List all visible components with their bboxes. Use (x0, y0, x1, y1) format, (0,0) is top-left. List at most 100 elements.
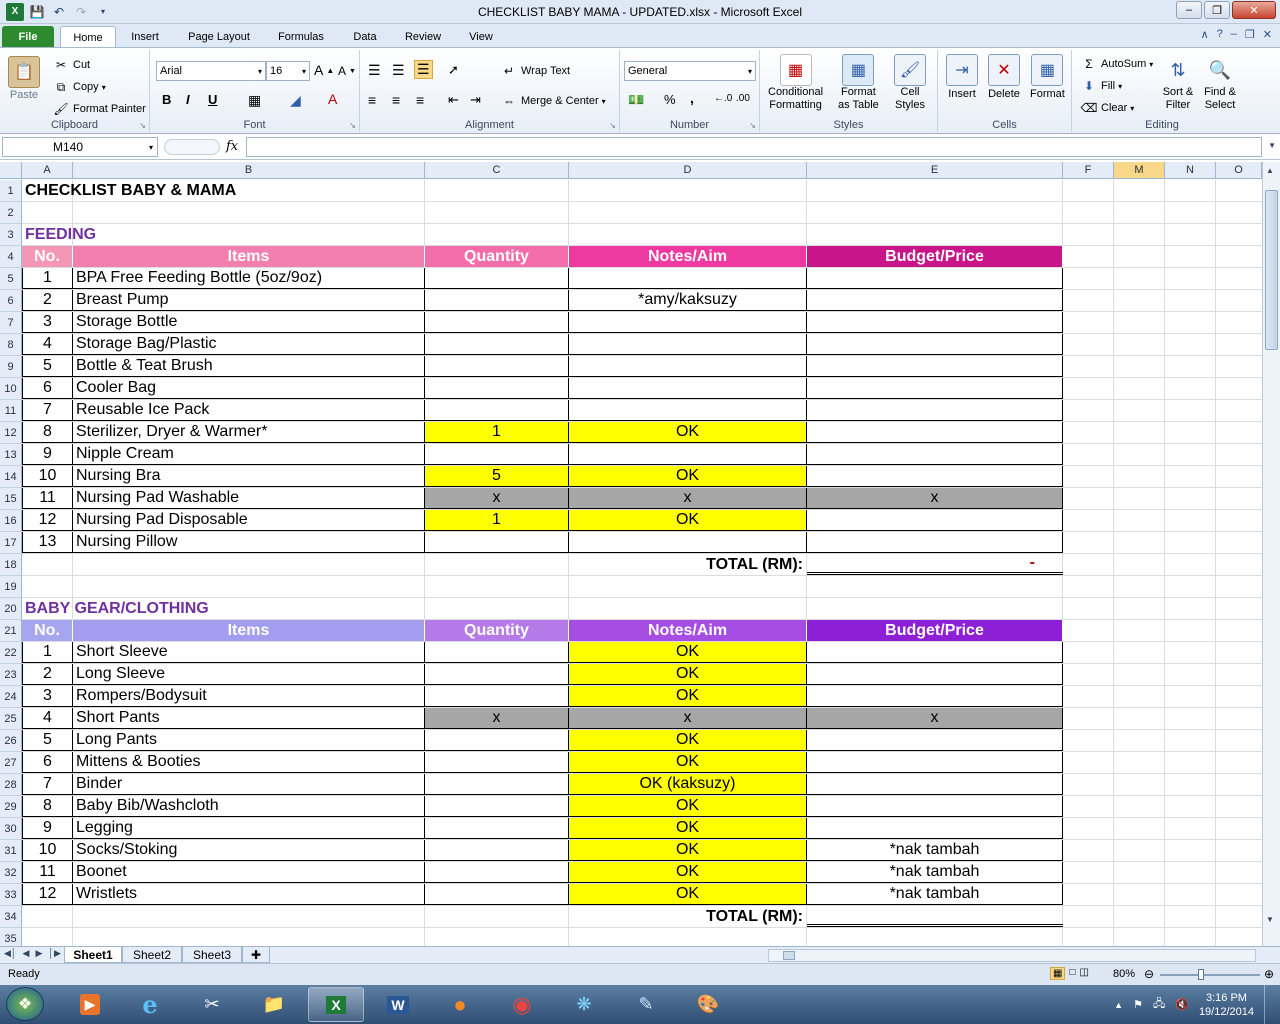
row-header[interactable]: 6 (0, 290, 22, 312)
tab-view[interactable]: View (460, 26, 502, 48)
table-cell-notes[interactable]: x (569, 708, 807, 729)
table-cell-no[interactable]: 8 (22, 796, 73, 817)
table-cell-no[interactable]: 1 (22, 642, 73, 663)
table-cell-notes[interactable]: OK (569, 422, 807, 443)
table-cell-qty[interactable] (425, 378, 569, 399)
table-cell-budget[interactable] (807, 312, 1063, 333)
row-header[interactable]: 35 (0, 928, 22, 946)
redo-icon[interactable]: ↷ (72, 3, 90, 21)
total-label[interactable]: TOTAL (RM): (425, 906, 807, 927)
tray-expand-icon[interactable]: ▲ (1114, 1000, 1123, 1010)
table-cell-item[interactable]: Nursing Pad Washable (73, 488, 425, 509)
notepad-icon[interactable]: ✎ (618, 987, 674, 1022)
tab-data[interactable]: Data (344, 26, 386, 48)
table-cell-no[interactable]: 12 (22, 510, 73, 531)
increase-indent-icon[interactable]: ⇥ (470, 92, 481, 108)
table-cell-qty[interactable] (425, 686, 569, 707)
table-cell-notes[interactable]: OK (569, 796, 807, 817)
row-header[interactable]: 12 (0, 422, 22, 444)
table-cell-qty[interactable] (425, 400, 569, 421)
insert-sheet-icon[interactable]: ✚ (242, 947, 270, 963)
table-cell-budget[interactable] (807, 466, 1063, 487)
merge-center-button[interactable]: ⇔ Merge & Center ▾ (500, 92, 606, 110)
section-heading[interactable]: FEEDING (22, 224, 569, 245)
table-cell-no[interactable]: 2 (22, 664, 73, 685)
section-heading[interactable]: BABY GEAR/CLOTHING (22, 598, 569, 619)
restore-button[interactable]: ❐ (1204, 1, 1230, 19)
row-header[interactable]: 34 (0, 906, 22, 928)
table-cell-notes[interactable] (569, 312, 807, 333)
conditional-formatting-button[interactable]: ▦ Conditional Formatting (768, 54, 823, 112)
word-taskbar-icon[interactable]: W (370, 987, 426, 1022)
table-cell-qty[interactable] (425, 752, 569, 773)
table-header[interactable]: Budget/Price (807, 246, 1063, 267)
name-box[interactable]: M140 ▾ (2, 137, 158, 157)
zoom-in-icon[interactable]: ⊕ (1264, 967, 1274, 981)
table-cell-budget[interactable] (807, 686, 1063, 707)
table-cell-qty[interactable] (425, 532, 569, 553)
table-cell-notes[interactable]: x (569, 488, 807, 509)
table-cell-budget[interactable] (807, 664, 1063, 685)
table-cell-budget[interactable] (807, 400, 1063, 421)
zoom-level[interactable]: 80% (1113, 968, 1135, 980)
media-player-icon[interactable]: ▶ (62, 987, 118, 1022)
scroll-down-icon[interactable]: ▼ (1266, 915, 1274, 924)
table-cell-budget[interactable] (807, 444, 1063, 465)
table-cell-item[interactable]: Storage Bottle (73, 312, 425, 333)
table-cell-notes[interactable]: OK (569, 818, 807, 839)
table-cell-qty[interactable]: 1 (425, 510, 569, 531)
column-header[interactable]: F (1063, 162, 1114, 179)
vertical-scroll-thumb[interactable] (1265, 190, 1278, 350)
row-header[interactable]: 26 (0, 730, 22, 752)
table-cell-budget[interactable]: x (807, 488, 1063, 509)
column-header[interactable]: M (1114, 162, 1165, 179)
autosum-button[interactable]: Σ AutoSum ▾ (1080, 55, 1153, 73)
table-cell-item[interactable]: Nursing Pad Disposable (73, 510, 425, 531)
table-header[interactable]: No. (22, 246, 73, 267)
table-cell-qty[interactable] (425, 818, 569, 839)
row-header[interactable]: 2 (0, 202, 22, 224)
table-cell-item[interactable]: BPA Free Feeding Bottle (5oz/9oz) (73, 268, 425, 289)
table-cell-qty[interactable] (425, 730, 569, 751)
table-cell-qty[interactable]: x (425, 708, 569, 729)
font-color-icon[interactable]: A (328, 91, 337, 107)
table-cell-budget[interactable] (807, 268, 1063, 289)
table-cell-notes[interactable]: OK (569, 730, 807, 751)
table-cell-no[interactable]: 5 (22, 730, 73, 751)
table-cell-budget[interactable] (807, 752, 1063, 773)
horizontal-scroll-thumb[interactable] (783, 951, 795, 960)
table-cell-no[interactable]: 10 (22, 466, 73, 487)
expand-formula-icon[interactable]: ▼ (1268, 141, 1276, 150)
comma-button[interactable]: , (690, 90, 694, 106)
table-cell-item[interactable]: Nipple Cream (73, 444, 425, 465)
paint-icon[interactable]: 🎨 (680, 987, 736, 1022)
table-cell-item[interactable]: Boonet (73, 862, 425, 883)
table-cell-notes[interactable] (569, 356, 807, 377)
fill-button[interactable]: ⬇ Fill ▾ (1080, 77, 1122, 95)
shrink-font-button[interactable]: A ▼ (338, 64, 356, 78)
decrease-indent-icon[interactable]: ⇤ (448, 92, 459, 108)
table-cell-budget[interactable]: x (807, 708, 1063, 729)
row-header[interactable]: 1 (0, 180, 22, 202)
column-header[interactable]: B (73, 162, 425, 179)
column-header[interactable]: E (807, 162, 1063, 179)
last-sheet-icon[interactable]: │▶ (48, 948, 61, 959)
increase-decimal-icon[interactable]: ←.0 (714, 93, 732, 104)
table-header[interactable]: Notes/Aim (569, 246, 807, 267)
tab-home[interactable]: Home (60, 26, 116, 48)
table-cell-item[interactable]: Long Sleeve (73, 664, 425, 685)
horizontal-scrollbar[interactable] (768, 949, 1256, 962)
table-cell-qty[interactable] (425, 862, 569, 883)
table-cell-budget[interactable] (807, 774, 1063, 795)
file-explorer-icon[interactable]: 📁 (246, 987, 302, 1022)
row-header[interactable]: 31 (0, 840, 22, 862)
tab-insert[interactable]: Insert (122, 26, 168, 48)
table-cell-no[interactable]: 9 (22, 444, 73, 465)
align-bottom-icon[interactable]: ☰ (414, 60, 433, 79)
undo-icon[interactable]: ↶ (50, 3, 68, 21)
table-cell-qty[interactable] (425, 774, 569, 795)
row-header[interactable]: 20 (0, 598, 22, 620)
table-cell-no[interactable]: 8 (22, 422, 73, 443)
tab-page-layout[interactable]: Page Layout (180, 26, 258, 48)
clock[interactable]: 3:16 PM 19/12/2014 (1199, 991, 1254, 1019)
